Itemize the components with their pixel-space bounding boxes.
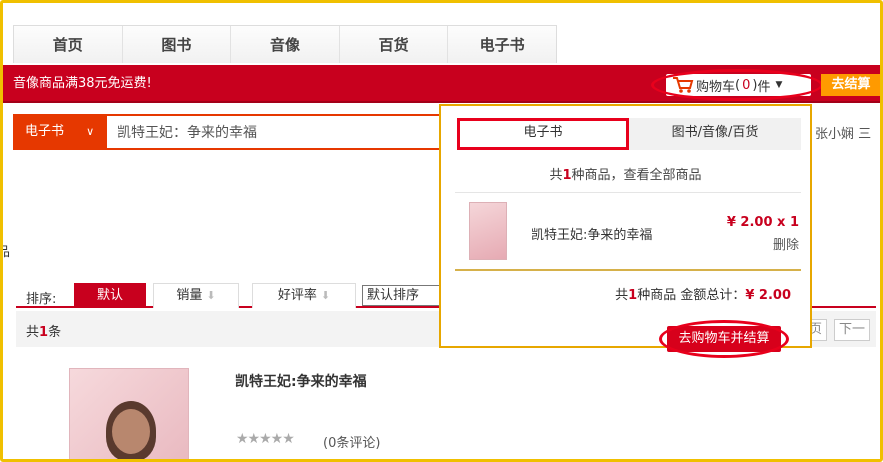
product-cover-image[interactable] <box>69 368 189 459</box>
divider <box>455 192 801 193</box>
search-category-select[interactable]: 电子书 ∨ <box>15 116 107 148</box>
search-input[interactable] <box>107 116 441 148</box>
summary-prefix: 共 <box>549 168 563 183</box>
search-category-label: 电子书 <box>25 124 65 139</box>
review-count-link[interactable]: (0条评论) <box>323 432 380 451</box>
sort-default-label: 默认 <box>96 288 123 303</box>
product-title-link[interactable]: 凯特王妃:争来的幸福 <box>235 371 367 391</box>
sort-label: 排序: <box>26 292 57 307</box>
cart-unit: 件 <box>757 79 771 95</box>
cart-dropdown: 电子书 图书/音像/百货 共1种商品，查看全部商品 凯特王妃:争来的幸福 ¥ 2… <box>439 104 812 358</box>
cart-label: 购物车 <box>696 79 736 95</box>
cart-button[interactable]: 购物车 ( 0 ) 件 ▼ <box>666 74 811 96</box>
sort-default-button[interactable]: 默认 <box>74 283 146 308</box>
results-count-suffix: 条 <box>48 325 62 340</box>
total-prefix: 共 <box>615 288 629 303</box>
search-bar: 电子书 ∨ <box>13 114 443 150</box>
pager-next-button[interactable]: 下一 <box>834 319 871 341</box>
divider <box>455 269 801 271</box>
left-text-fragment: 品 <box>3 241 10 260</box>
cart-item-price: ¥ 2.00 x 1 <box>726 215 799 230</box>
cart-total: 共1种商品 金额总计：¥ 2.00 <box>541 284 791 303</box>
tab-ebooks[interactable]: 电子书 <box>457 118 629 150</box>
rating-stars: ★★★★★ <box>236 431 295 447</box>
hot-search-links[interactable]: 张小娴 三 <box>815 123 871 142</box>
total-count: 1 <box>628 288 638 303</box>
tab-books-media-goods[interactable]: 图书/音像/百货 <box>629 118 801 150</box>
top-nav: 首页 图书 音像 百货 电子书 <box>13 25 557 63</box>
red-banner: 音像商品满38元免运费! 购物车 ( 0 ) 件 ▼ 去结算 <box>3 65 880 103</box>
sort-rating-label: 好评率 <box>277 288 317 303</box>
total-label: 种商品 金额总计： <box>637 288 746 303</box>
results-count: 共1条 <box>26 321 61 340</box>
summary-suffix: 种商品，查看全部商品 <box>571 168 702 183</box>
nav-item-books[interactable]: 图书 <box>123 26 232 63</box>
summary-count: 1 <box>562 168 572 183</box>
sort-sales-label: 销量 <box>176 288 203 303</box>
chevron-down-icon: ▼ <box>775 80 783 90</box>
nav-item-ebooks[interactable]: 电子书 <box>448 26 556 63</box>
results-count-prefix: 共 <box>26 325 40 340</box>
cart-item-thumbnail[interactable] <box>469 202 507 260</box>
cart-count-open: ( <box>735 77 741 93</box>
sort-rating-button[interactable]: 好评率 ⬇ <box>252 283 356 308</box>
chevron-down-icon: ∨ <box>86 125 95 138</box>
cart-dropdown-tabs: 电子书 图书/音像/百货 <box>457 118 801 150</box>
sort-sales-button[interactable]: 销量 ⬇ <box>153 283 239 308</box>
cart-count: 0 <box>742 77 751 93</box>
arrow-down-icon: ⬇ <box>320 289 331 302</box>
nav-item-general-goods[interactable]: 百货 <box>340 26 449 63</box>
promo-text[interactable]: 音像商品满38元免运费! <box>13 65 152 103</box>
results-count-number: 1 <box>39 325 49 340</box>
arrow-down-icon: ⬇ <box>206 289 216 302</box>
total-amount: ¥ 2.00 <box>745 288 791 303</box>
cart-summary-link[interactable]: 共1种商品，查看全部商品 <box>441 164 810 183</box>
page-frame: 首页 图书 音像 百货 电子书 音像商品满38元免运费! 购物车 ( 0 ) 件… <box>0 0 883 462</box>
nav-item-home[interactable]: 首页 <box>14 26 123 63</box>
go-to-cart-checkout-button[interactable]: 去购物车并结算 <box>667 326 781 352</box>
cart-icon <box>672 76 694 94</box>
checkout-button[interactable]: 去结算 <box>821 74 880 96</box>
cart-item-delete-link[interactable]: 删除 <box>711 234 799 253</box>
cover-figure-face <box>112 409 150 454</box>
nav-item-audio-video[interactable]: 音像 <box>231 26 340 63</box>
cart-item-name[interactable]: 凯特王妃:争来的幸福 <box>531 224 652 243</box>
